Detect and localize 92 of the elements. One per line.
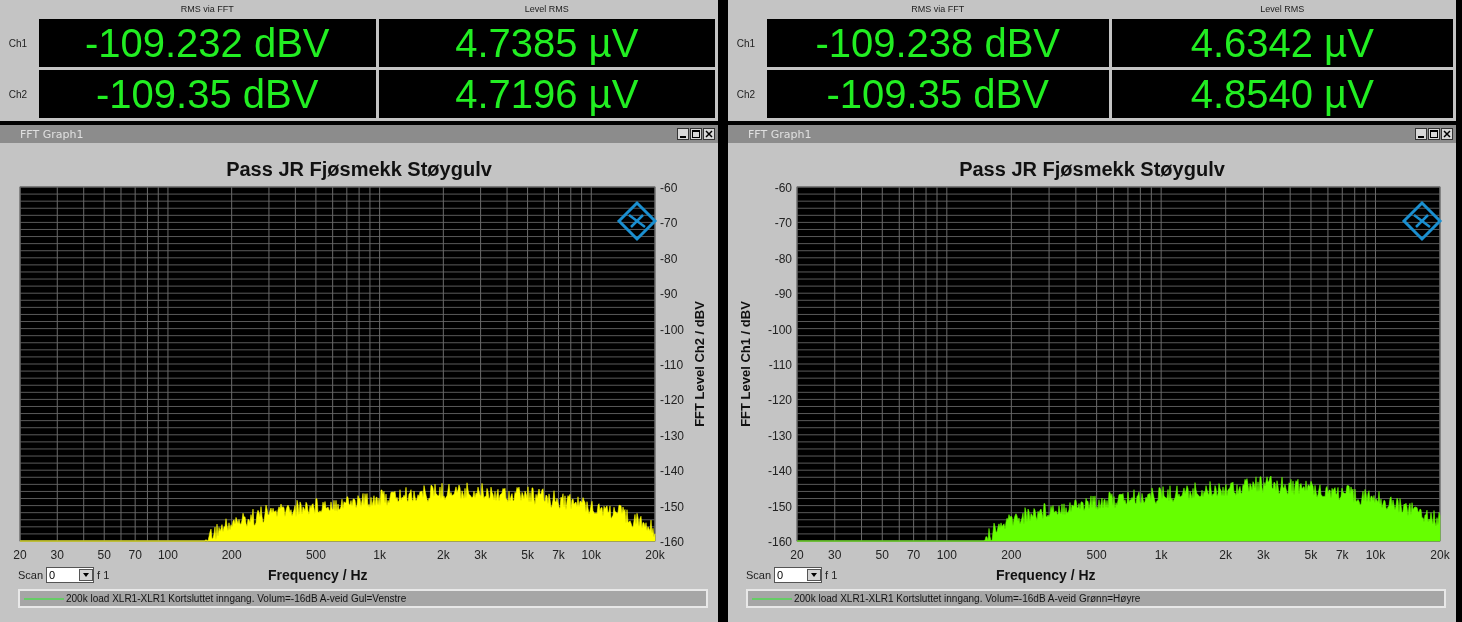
maximize-icon[interactable] — [690, 128, 702, 140]
minimize-icon[interactable] — [677, 128, 689, 140]
x-tick-label: 500 — [305, 548, 326, 562]
y-tick-label: -80 — [774, 251, 792, 266]
channel-label: Ch2 — [7, 88, 29, 100]
y-tick-label: -100 — [660, 322, 685, 337]
y-tick-label: -160 — [660, 535, 685, 549]
scan-count: f 1 — [825, 569, 838, 581]
x-tick-label: 30 — [50, 548, 64, 562]
meter-reading: 4.7196 µV — [378, 70, 715, 118]
close-icon[interactable] — [1441, 128, 1453, 140]
x-tick-label: 500 — [1086, 548, 1107, 562]
y-tick-label: -80 — [660, 251, 678, 266]
y-tick-label: -120 — [660, 393, 685, 408]
scan-count: f 1 — [97, 569, 110, 581]
x-tick-label: 1k — [1154, 548, 1168, 562]
x-tick-label: 20 — [790, 548, 804, 562]
window-title: FFT Graph1 — [748, 127, 812, 141]
x-tick-label: 50 — [97, 548, 111, 562]
y-tick-label: -130 — [660, 428, 685, 443]
y-tick-label: -90 — [660, 287, 678, 302]
x-tick-label: 70 — [128, 548, 142, 562]
x-axis-title: Frequency / Hz — [268, 567, 368, 583]
y-tick-label: -70 — [660, 216, 678, 231]
y-tick-label: -110 — [660, 358, 684, 372]
meter-reading: 4.7385 µV — [378, 19, 715, 67]
y-tick-label: -150 — [660, 499, 685, 514]
meter-reading: -109.35 dBV — [39, 70, 376, 118]
x-tick-label: 3k — [474, 548, 487, 562]
x-tick-label: 5k — [521, 548, 534, 562]
x-tick-label: 7k — [552, 548, 565, 562]
chart-title: Pass JR Fjøsmekk Støygulv — [959, 157, 1225, 181]
x-tick-label: 7k — [1335, 548, 1349, 562]
x-tick-label: 10k — [1365, 548, 1386, 562]
column-header: RMS via FFT — [179, 3, 235, 16]
y-axis-title: FFT Level Ch2 / dBV — [692, 301, 707, 427]
chart-title: Pass JR Fjøsmekk Støygulv — [226, 157, 492, 181]
y-axis-title: FFT Level Ch1 / dBV — [738, 301, 753, 427]
x-tick-label: 50 — [875, 548, 889, 562]
y-tick-label: -140 — [660, 464, 685, 479]
x-tick-label: 30 — [828, 548, 842, 562]
legend-text: 200k load XLR1-XLR1 Kortsluttet inngang. Volum=-16dB A-veid Grønn=Høyre — [794, 593, 1141, 604]
column-header: RMS via FFT — [910, 3, 966, 16]
x-tick-label: 100 — [936, 548, 957, 562]
y-tick-label: -160 — [767, 535, 792, 549]
column-header: Level RMS — [523, 3, 570, 16]
channel-label: Ch1 — [7, 37, 29, 49]
y-tick-label: -70 — [774, 216, 792, 231]
diamond-logo-icon — [616, 200, 658, 242]
meter-reading: -109.35 dBV — [767, 70, 1109, 118]
y-tick-label: -120 — [767, 393, 792, 408]
x-tick-label: 20 — [13, 548, 27, 562]
column-header: Level RMS — [1259, 3, 1306, 16]
scan-dropdown[interactable]: 0 — [774, 567, 823, 583]
x-tick-label: 200 — [221, 548, 242, 562]
y-tick-label: -100 — [767, 322, 792, 337]
meter-reading: -109.232 dBV — [39, 19, 376, 67]
x-tick-label: 20k — [645, 548, 665, 562]
y-tick-label: -140 — [767, 464, 792, 479]
x-axis-title: Frequency / Hz — [996, 567, 1096, 583]
legend-line-icon — [24, 596, 64, 601]
scan-label: Scan — [746, 569, 772, 581]
diamond-logo-icon — [1401, 200, 1443, 242]
legend-text: 200k load XLR1-XLR1 Kortsluttet inngang. Volum=-16dB A-veid Gul=Venstre — [66, 593, 407, 604]
minimize-icon[interactable] — [1415, 128, 1427, 140]
meter-reading: 4.6342 µV — [1111, 19, 1453, 67]
y-tick-label: -60 — [774, 181, 792, 195]
maximize-icon[interactable] — [1428, 128, 1440, 140]
scan-label: Scan — [18, 569, 44, 581]
x-tick-label: 100 — [157, 548, 178, 562]
x-tick-label: 3k — [1257, 548, 1270, 562]
scan-dropdown[interactable]: 0 — [46, 567, 95, 583]
meter-reading: -109.238 dBV — [767, 19, 1109, 67]
y-tick-label: -110 — [768, 358, 792, 372]
x-tick-label: 10k — [581, 548, 601, 562]
y-tick-label: -130 — [767, 428, 792, 443]
y-tick-label: -60 — [660, 181, 678, 195]
x-tick-label: 20k — [1430, 548, 1450, 562]
x-tick-label: 2k — [437, 548, 450, 562]
meter-reading: 4.8540 µV — [1111, 70, 1453, 118]
x-tick-label: 2k — [1219, 548, 1232, 562]
y-tick-label: -90 — [774, 287, 792, 302]
close-icon[interactable] — [703, 128, 715, 140]
channel-label: Ch1 — [735, 37, 757, 49]
x-tick-label: 200 — [1001, 548, 1022, 562]
x-tick-label: 1k — [373, 548, 386, 562]
x-tick-label: 5k — [1304, 548, 1318, 562]
channel-label: Ch2 — [735, 88, 757, 100]
window-title: FFT Graph1 — [20, 127, 84, 141]
legend-line-icon — [752, 596, 792, 601]
x-tick-label: 70 — [906, 548, 921, 562]
y-tick-label: -150 — [767, 499, 792, 514]
